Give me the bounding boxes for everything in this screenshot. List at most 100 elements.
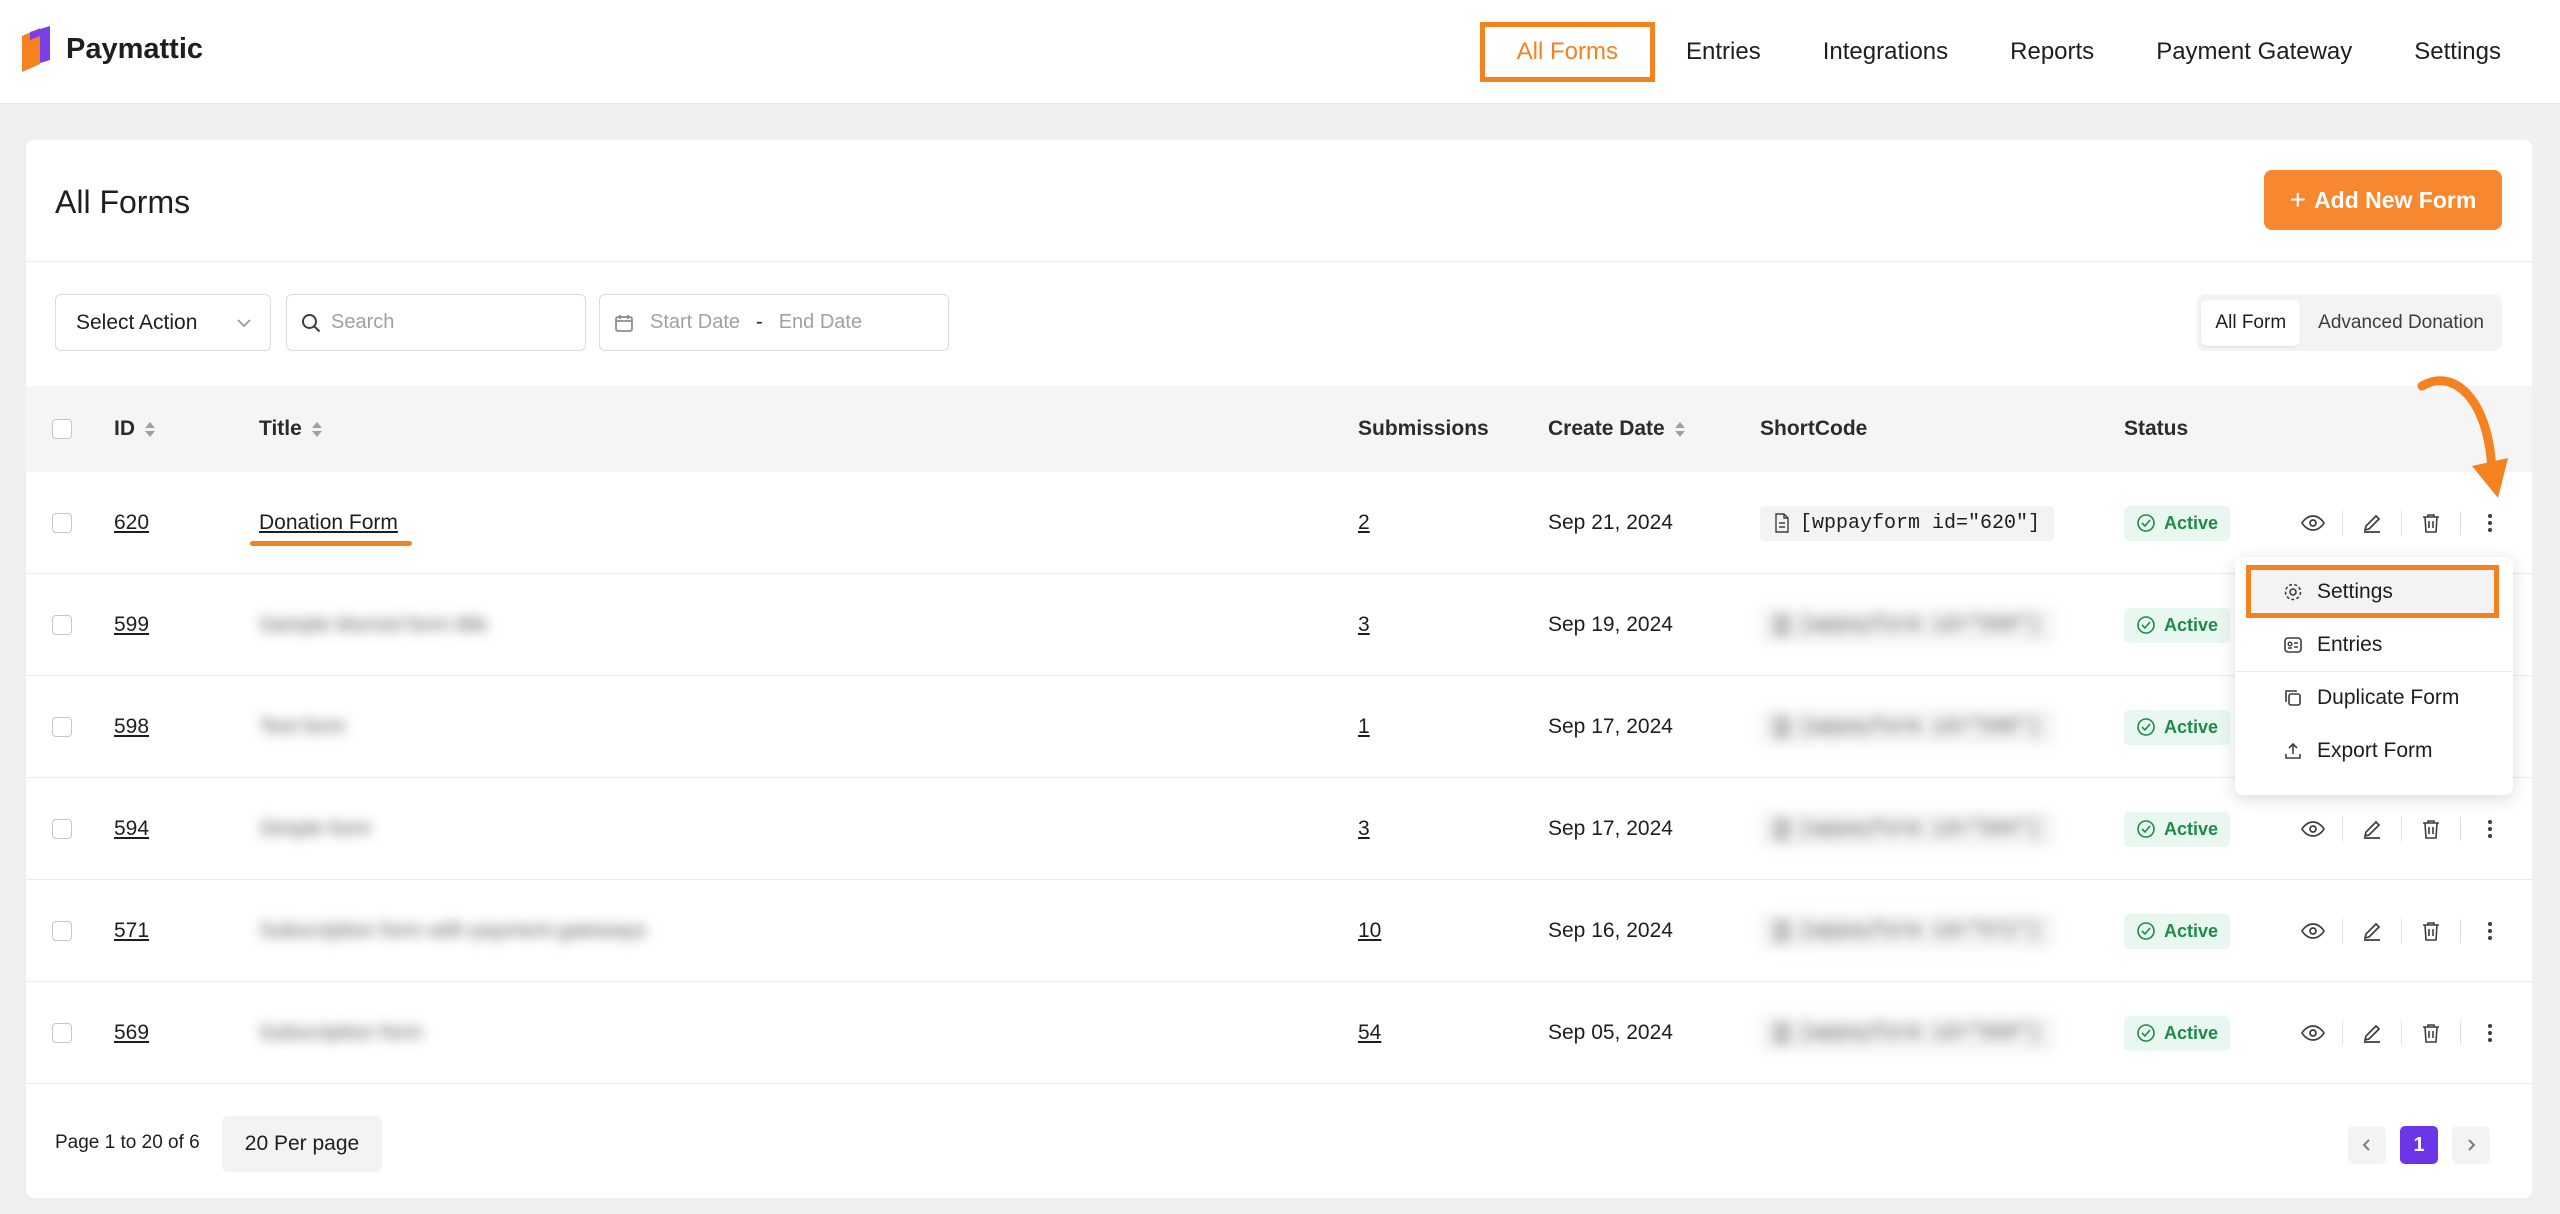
edit-button[interactable]	[2343, 920, 2401, 942]
nav-all-forms[interactable]: All Forms	[1479, 22, 1656, 82]
delete-button[interactable]	[2402, 1022, 2460, 1044]
col-create-date[interactable]: Create Date	[1548, 386, 1685, 472]
form-title-link[interactable]: Test form	[259, 715, 345, 739]
more-actions-button[interactable]	[2461, 818, 2519, 840]
per-page-select[interactable]: 20 Per page	[222, 1116, 382, 1172]
row-id-cell: 594	[114, 778, 149, 880]
select-all-checkbox[interactable]	[52, 419, 72, 439]
form-id-link[interactable]: 620	[114, 511, 149, 535]
submissions-link[interactable]: 1	[1358, 715, 1370, 739]
edit-icon	[2363, 1024, 2381, 1043]
menu-item-label: Export Form	[2317, 738, 2433, 762]
nav-payment-gateway[interactable]: Payment Gateway	[2125, 22, 2383, 82]
row-submissions-cell: 2	[1358, 472, 1370, 574]
row-checkbox[interactable]	[52, 819, 72, 839]
row-checkbox[interactable]	[52, 1023, 72, 1043]
menu-item-duplicate[interactable]: Duplicate Form	[2235, 671, 2513, 724]
shortcode-copy[interactable]: [wppayform id="599"]	[1760, 607, 2055, 643]
menu-item-entries[interactable]: Entries	[2235, 618, 2513, 671]
form-title-link[interactable]: Subscription form with payment gateways	[259, 919, 647, 943]
form-title-link[interactable]: Subscription form	[259, 1021, 422, 1045]
create-date: Sep 17, 2024	[1548, 715, 1673, 738]
filter-toolbar: Select Action Start Date - End Date All …	[26, 262, 2532, 386]
end-date-input[interactable]: End Date	[779, 311, 862, 334]
shortcode-copy[interactable]: [wppayform id="598"]	[1760, 709, 2055, 745]
chevron-down-icon	[237, 318, 251, 327]
check-circle-icon	[2137, 820, 2155, 838]
form-id-link[interactable]: 598	[114, 715, 149, 739]
date-range-picker[interactable]: Start Date - End Date	[599, 294, 949, 351]
submissions-link[interactable]: 3	[1358, 817, 1370, 841]
more-actions-button[interactable]	[2461, 1022, 2519, 1044]
card-header: All Forms + Add New Form	[26, 140, 2532, 262]
status-badge: Active	[2124, 607, 2231, 643]
page-number-button[interactable]: 1	[2400, 1126, 2438, 1164]
shortcode-copy[interactable]: [wppayform id="571"]	[1760, 913, 2055, 949]
col-id[interactable]: ID	[114, 386, 155, 472]
shortcode-copy[interactable]: [wppayform id="594"]	[1760, 811, 2055, 847]
form-id-link[interactable]: 599	[114, 613, 149, 637]
edit-button[interactable]	[2343, 818, 2401, 840]
more-vertical-icon	[2488, 820, 2492, 838]
delete-button[interactable]	[2402, 920, 2460, 942]
form-title-link[interactable]: Donation Form	[259, 511, 398, 535]
row-checkbox[interactable]	[52, 513, 72, 533]
prev-page-button[interactable]	[2348, 1126, 2386, 1164]
row-status-cell: Active	[2124, 574, 2231, 676]
start-date-input[interactable]: Start Date	[650, 311, 740, 334]
next-page-button[interactable]	[2452, 1126, 2490, 1164]
table-row: 571 Subscription form with payment gatewa…	[26, 880, 2532, 982]
search-box[interactable]	[286, 294, 586, 351]
delete-button[interactable]	[2402, 512, 2460, 534]
preview-button[interactable]	[2284, 1024, 2342, 1042]
submissions-link[interactable]: 3	[1358, 613, 1370, 637]
col-title-label: Title	[259, 417, 302, 440]
shortcode-text: [wppayform id="598"]	[1800, 715, 2041, 739]
form-id-link[interactable]: 571	[114, 919, 149, 943]
form-id-link[interactable]: 594	[114, 817, 149, 841]
trash-icon	[2423, 1024, 2439, 1043]
row-title-cell: Subscription form with payment gateways	[259, 880, 647, 982]
row-id-cell: 620	[114, 472, 149, 574]
form-title-link[interactable]: Sample blurred form title	[259, 613, 488, 637]
edit-button[interactable]	[2343, 1022, 2401, 1044]
delete-button[interactable]	[2402, 818, 2460, 840]
more-actions-button[interactable]	[2461, 920, 2519, 942]
eye-icon	[2301, 515, 2325, 531]
page-title: All Forms	[55, 184, 191, 220]
row-checkbox[interactable]	[52, 921, 72, 941]
check-circle-icon	[2137, 616, 2155, 634]
shortcode-copy[interactable]: [wppayform id="620"]	[1760, 505, 2055, 541]
more-actions-button[interactable]	[2461, 512, 2519, 534]
create-date: Sep 05, 2024	[1548, 1021, 1673, 1044]
app-logo[interactable]: Paymattic	[22, 26, 203, 72]
row-checkbox[interactable]	[52, 717, 72, 737]
add-new-form-label: Add New Form	[2314, 186, 2477, 213]
shortcode-copy[interactable]: [wppayform id="569"]	[1760, 1015, 2055, 1051]
form-title-link[interactable]: Simple form	[259, 817, 371, 841]
menu-item-settings[interactable]: Settings	[2246, 565, 2499, 618]
filter-advanced-donation[interactable]: Advanced Donation	[2304, 300, 2498, 346]
add-new-form-button[interactable]: + Add New Form	[2264, 170, 2502, 230]
row-select-cell	[52, 472, 72, 574]
search-input[interactable]	[331, 311, 571, 334]
submissions-link[interactable]: 2	[1358, 511, 1370, 535]
nav-reports[interactable]: Reports	[1979, 22, 2125, 82]
edit-button[interactable]	[2343, 512, 2401, 534]
submissions-link[interactable]: 54	[1358, 1021, 1381, 1045]
preview-button[interactable]	[2284, 514, 2342, 532]
preview-button[interactable]	[2284, 820, 2342, 838]
forms-card: All Forms + Add New Form Select Action S…	[26, 140, 2532, 1198]
preview-button[interactable]	[2284, 922, 2342, 940]
bulk-action-select[interactable]: Select Action	[55, 294, 271, 351]
nav-entries[interactable]: Entries	[1655, 22, 1792, 82]
form-id-link[interactable]: 569	[114, 1021, 149, 1045]
submissions-link[interactable]: 10	[1358, 919, 1381, 943]
row-checkbox[interactable]	[52, 615, 72, 635]
filter-all-form[interactable]: All Form	[2201, 299, 2301, 346]
nav-settings[interactable]: Settings	[2383, 22, 2532, 82]
menu-item-export[interactable]: Export Form	[2235, 724, 2513, 777]
export-icon	[2285, 742, 2301, 759]
nav-integrations[interactable]: Integrations	[1792, 22, 1979, 82]
col-title[interactable]: Title	[259, 386, 322, 472]
